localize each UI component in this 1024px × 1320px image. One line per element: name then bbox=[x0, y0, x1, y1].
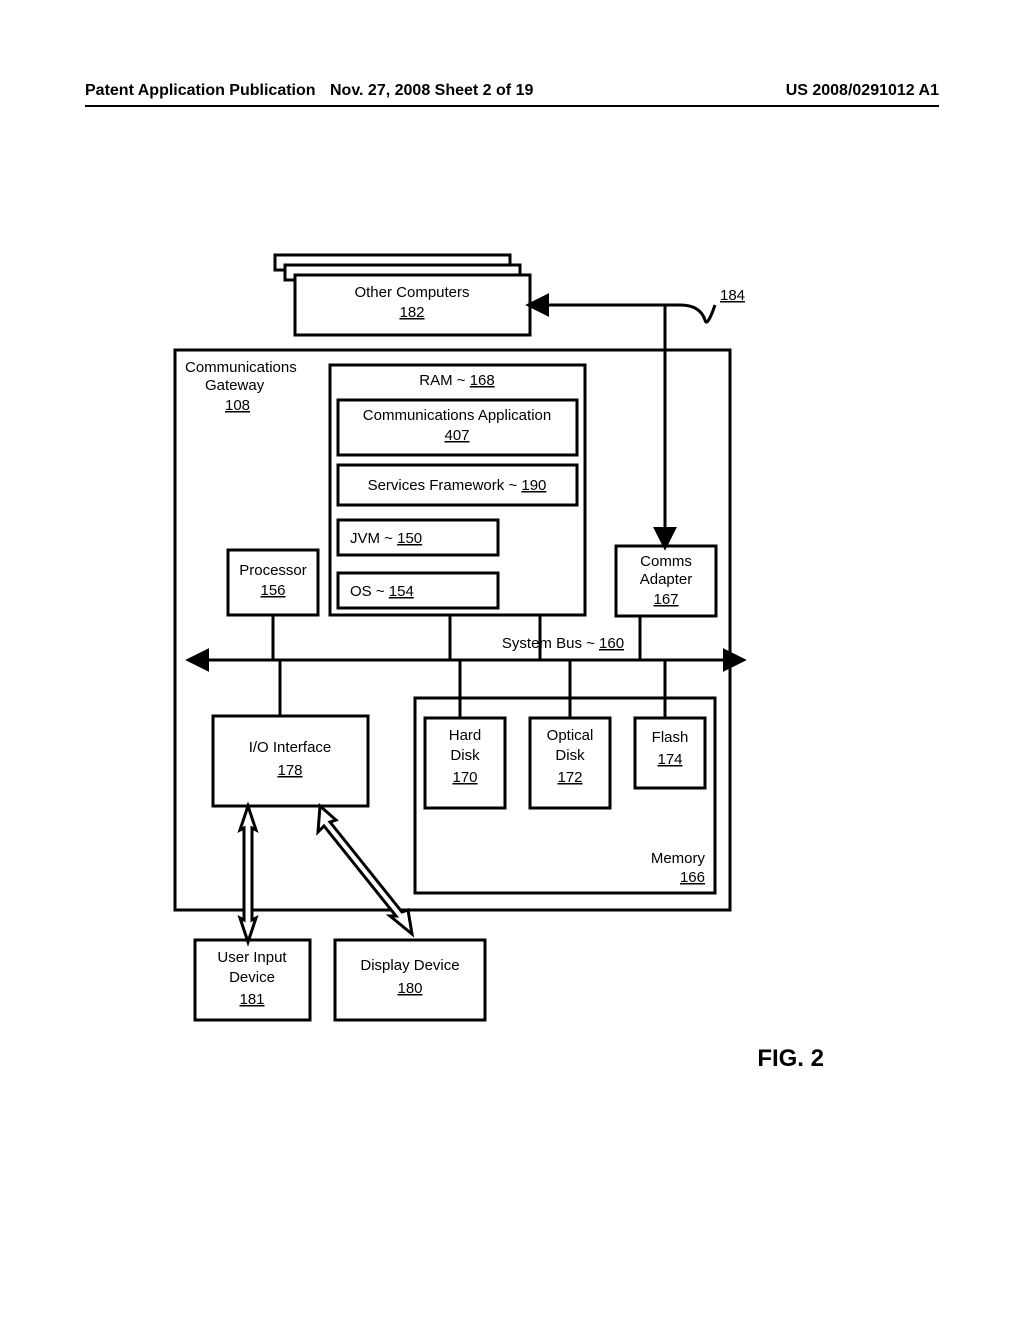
adapter-label-1: Comms bbox=[640, 553, 692, 570]
svc-fw-label: Services Framework ~ bbox=[368, 477, 522, 494]
disp-ref: 180 bbox=[397, 980, 422, 997]
io-interface-box bbox=[213, 716, 368, 806]
processor-ref: 156 bbox=[260, 582, 285, 599]
od-ref: 172 bbox=[557, 769, 582, 786]
adapter-label-2: Adapter bbox=[640, 571, 693, 588]
other-computers-ref: 182 bbox=[399, 304, 424, 321]
io-uid-arrow bbox=[240, 806, 256, 942]
gateway-label-2: Gateway bbox=[205, 377, 265, 394]
od-label-2: Disk bbox=[555, 747, 585, 764]
hd-ref: 170 bbox=[452, 769, 477, 786]
os-ref: 154 bbox=[389, 583, 414, 600]
os-label: OS ~ bbox=[350, 583, 389, 600]
disp-label: Display Device bbox=[360, 957, 459, 974]
memory-label: Memory bbox=[651, 850, 706, 867]
svg-text:JVM ~ 150: JVM ~ 150 bbox=[350, 530, 422, 547]
processor-label: Processor bbox=[239, 562, 307, 579]
hd-label-2: Disk bbox=[450, 747, 480, 764]
bus-label: System Bus ~ bbox=[502, 635, 599, 652]
io-ref: 178 bbox=[277, 762, 302, 779]
jvm-ref: 150 bbox=[397, 530, 422, 547]
bus-ref: 160 bbox=[599, 635, 624, 652]
svg-text:OS ~ 154: OS ~ 154 bbox=[350, 583, 414, 600]
svg-text:System Bus ~ 160: System Bus ~ 160 bbox=[502, 635, 624, 652]
ram-ref: 168 bbox=[470, 372, 495, 389]
hd-label-1: Hard bbox=[449, 727, 482, 744]
diagram-svg: Communications Gateway 108 Other Compute… bbox=[0, 0, 1024, 1320]
uid-label-2: Device bbox=[229, 969, 275, 986]
gateway-ref: 108 bbox=[225, 397, 250, 414]
uid-label-1: User Input bbox=[217, 949, 287, 966]
io-display-arrow bbox=[318, 806, 412, 934]
other-computers-label: Other Computers bbox=[354, 284, 469, 301]
flash-label: Flash bbox=[652, 729, 689, 746]
gateway-label-1: Communications bbox=[185, 359, 297, 376]
ram-label: RAM ~ bbox=[419, 372, 469, 389]
jvm-label: JVM ~ bbox=[350, 530, 397, 547]
adapter-ref: 167 bbox=[653, 591, 678, 608]
comm-app-label: Communications Application bbox=[363, 407, 551, 424]
od-label-1: Optical bbox=[547, 727, 594, 744]
net-ref: 184 bbox=[720, 287, 745, 304]
svg-text:RAM ~ 168: RAM ~ 168 bbox=[419, 372, 494, 389]
svg-text:Services Framework ~ 190: Services Framework ~ 190 bbox=[368, 477, 547, 494]
uid-ref: 181 bbox=[239, 991, 264, 1008]
memory-ref: 166 bbox=[680, 869, 705, 886]
io-label: I/O Interface bbox=[249, 739, 332, 756]
flash-ref: 174 bbox=[657, 751, 682, 768]
svc-fw-ref: 190 bbox=[521, 477, 546, 494]
comm-app-ref: 407 bbox=[444, 427, 469, 444]
figure-label: FIG. 2 bbox=[757, 1045, 824, 1073]
